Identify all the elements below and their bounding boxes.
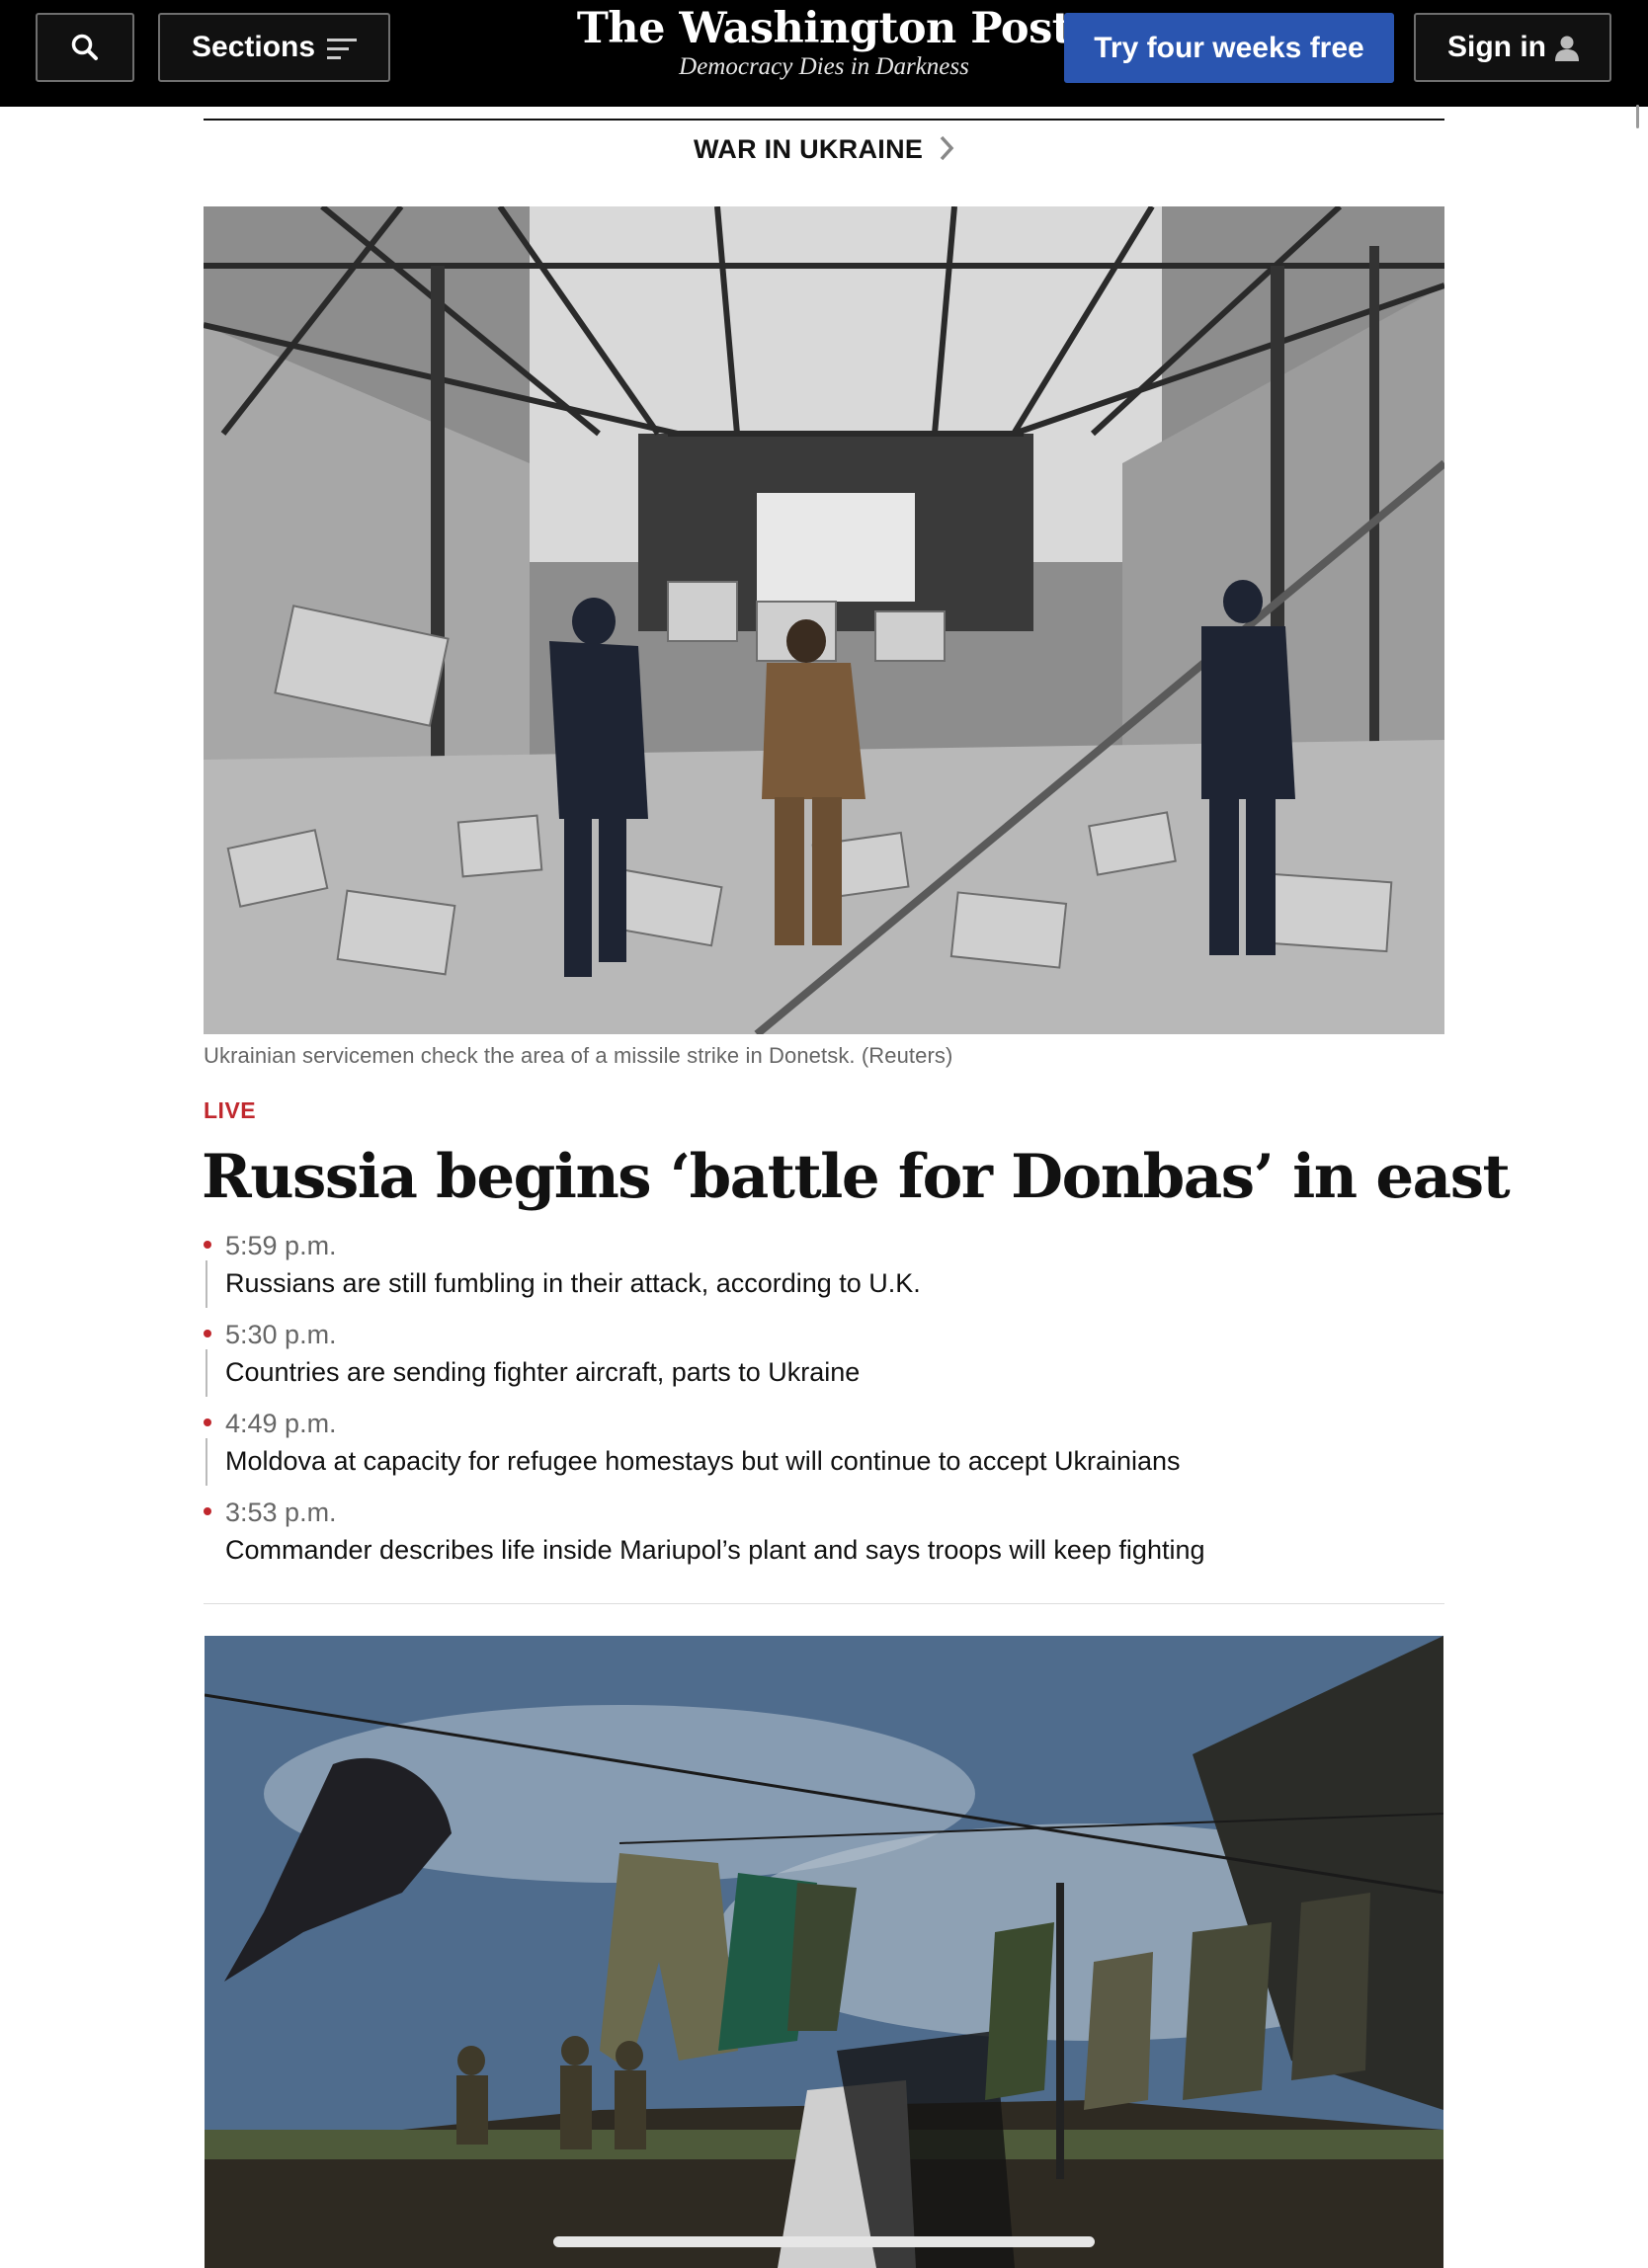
divider-top <box>204 119 1444 121</box>
secondary-photo-image <box>205 1636 1443 2268</box>
live-update-item[interactable]: 4:49 p.m. Moldova at capacity for refuge… <box>204 1403 1444 1492</box>
section-kicker-link[interactable]: WAR IN UKRAINE <box>204 134 1444 165</box>
sections-label: Sections <box>192 31 316 63</box>
timeline-line <box>206 1349 207 1397</box>
bullet-dot <box>204 1241 211 1249</box>
menu-icon <box>327 39 357 59</box>
home-indicator[interactable] <box>553 2236 1095 2247</box>
lead-photo[interactable] <box>204 206 1444 1034</box>
lead-photo-image <box>204 206 1444 1034</box>
live-update-item[interactable]: 5:59 p.m. Russians are still fumbling in… <box>204 1225 1444 1314</box>
live-update-item[interactable]: 3:53 p.m. Commander describes life insid… <box>204 1492 1444 1580</box>
live-updates-list: 5:59 p.m. Russians are still fumbling in… <box>204 1225 1444 1580</box>
masthead-tagline: Democracy Dies in Darkness <box>679 53 969 80</box>
sign-in-button[interactable]: Sign in <box>1414 13 1611 82</box>
update-title[interactable]: Moldova at capacity for refugee homestay… <box>225 1445 1181 1477</box>
scrollbar-thumb[interactable] <box>1636 105 1639 128</box>
chevron-right-icon <box>940 135 954 161</box>
divider <box>204 1603 1444 1604</box>
live-badge: LIVE <box>204 1097 257 1123</box>
masthead-logo-link[interactable]: The Washington Post Democracy Dies in Da… <box>553 0 1095 107</box>
search-icon <box>71 34 98 60</box>
timeline-line <box>206 1260 207 1308</box>
update-time: 4:49 p.m. <box>225 1409 337 1438</box>
update-time: 3:53 p.m. <box>225 1498 337 1527</box>
search-button[interactable] <box>36 13 134 82</box>
bullet-dot <box>204 1330 211 1337</box>
photo-caption: Ukrainian servicemen check the area of a… <box>204 1043 953 1068</box>
section-kicker-label: WAR IN UKRAINE <box>693 134 924 164</box>
secondary-photo[interactable] <box>205 1636 1443 2268</box>
update-title[interactable]: Countries are sending fighter aircraft, … <box>225 1356 860 1388</box>
masthead-logo: The Washington Post <box>576 4 1072 53</box>
update-time: 5:59 p.m. <box>225 1231 337 1260</box>
update-time: 5:30 p.m. <box>225 1320 337 1349</box>
subscribe-button[interactable]: Try four weeks free <box>1064 13 1394 83</box>
headline-link[interactable]: Russia begins ‘battle for Donbas’ in eas… <box>202 1134 1511 1221</box>
update-title[interactable]: Russians are still fumbling in their att… <box>225 1267 921 1299</box>
timeline-line <box>206 1438 207 1486</box>
update-title[interactable]: Commander describes life inside Mariupol… <box>225 1534 1205 1566</box>
top-bar: Sections The Washington Post Democracy D… <box>0 0 1648 107</box>
bullet-dot <box>204 1507 211 1515</box>
live-update-item[interactable]: 5:30 p.m. Countries are sending fighter … <box>204 1314 1444 1403</box>
sections-button[interactable]: Sections <box>158 13 390 82</box>
person-icon <box>1555 36 1579 61</box>
bullet-dot <box>204 1418 211 1426</box>
sign-in-label: Sign in <box>1447 31 1546 63</box>
